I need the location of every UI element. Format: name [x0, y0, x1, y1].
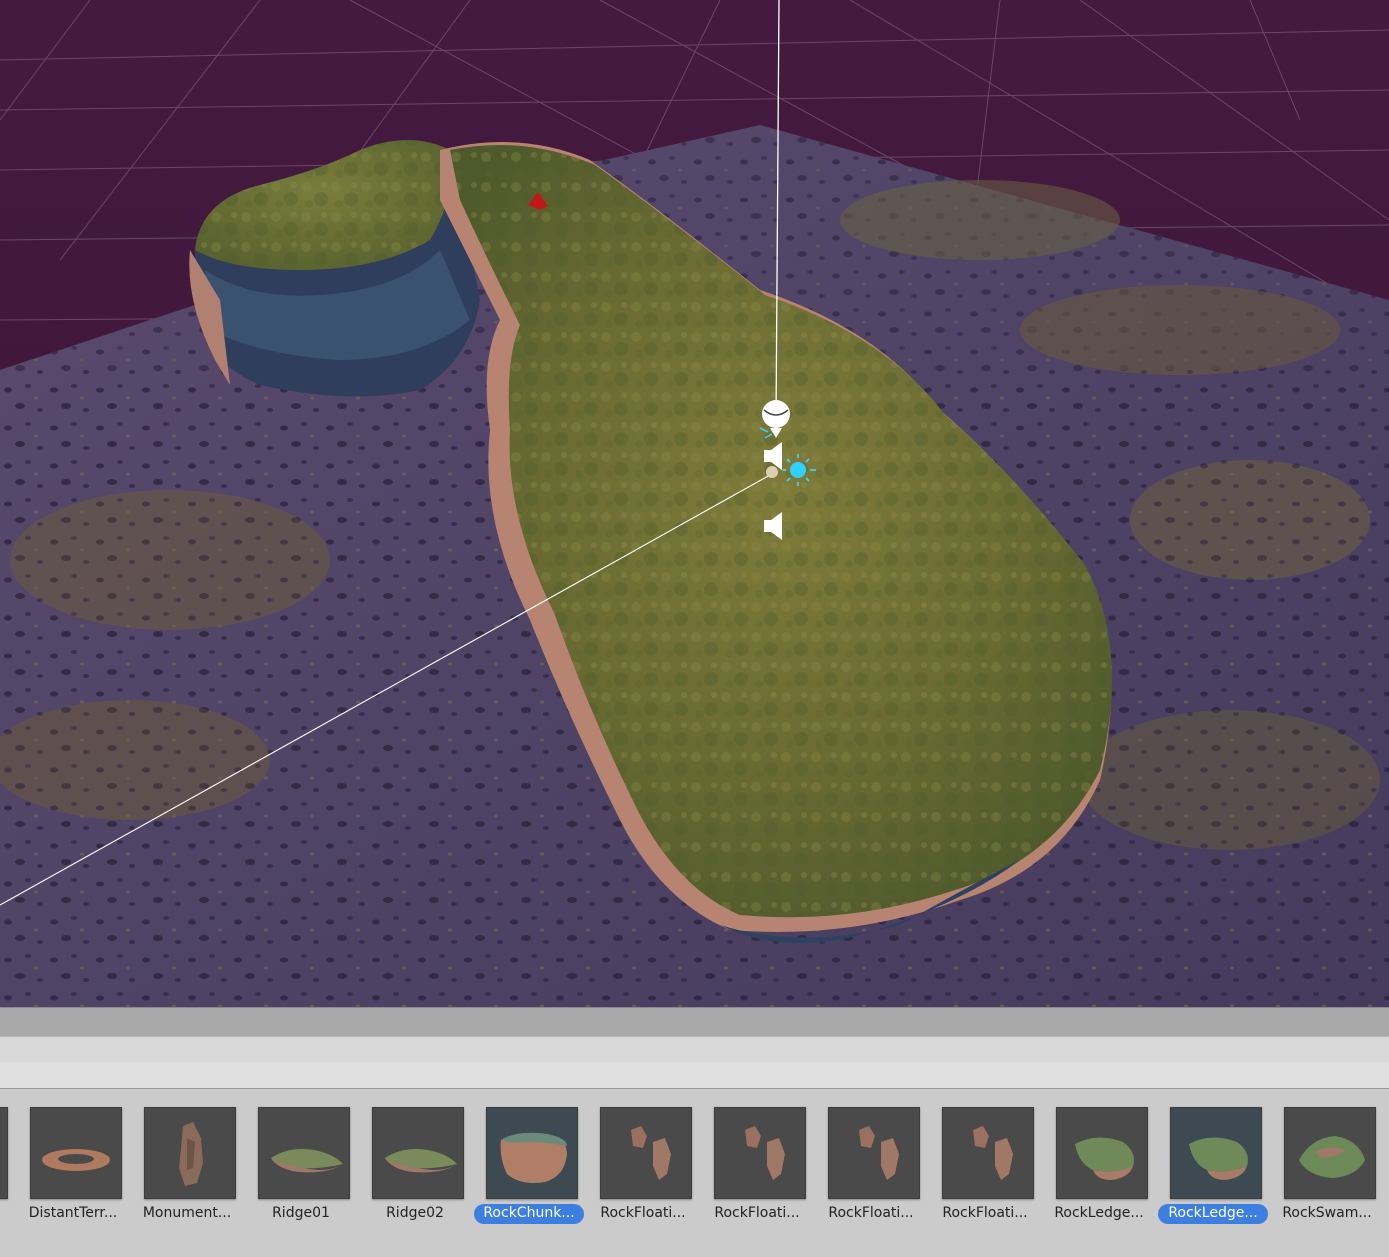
asset-label: RockFloati...: [828, 1205, 914, 1221]
asset-label: RockLedge...: [1158, 1204, 1268, 1224]
asset-label: Ridge01: [272, 1205, 330, 1221]
asset-label: Monument...: [142, 1205, 232, 1221]
ridge-thumbnail[interactable]: [372, 1107, 464, 1199]
panel-divider[interactable]: [0, 1007, 1389, 1037]
monument-rock-thumbnail[interactable]: [144, 1107, 236, 1199]
scene-render: [0, 0, 1389, 1007]
asset-item[interactable]: RockFloati...: [928, 1105, 1038, 1235]
floating-rock-thumbnail[interactable]: [714, 1107, 806, 1199]
asset-item[interactable]: Ridge01: [244, 1105, 354, 1235]
asset-label: DistantTerr...: [28, 1205, 118, 1221]
asset-item[interactable]: RockFloati...: [814, 1105, 924, 1235]
asset-item[interactable]: RockFloati...: [700, 1105, 810, 1235]
asset-label: RockLedge...: [1054, 1205, 1144, 1221]
asset-item[interactable]: Monument...: [130, 1105, 240, 1235]
asset-item[interactable]: RockLedge...: [1042, 1105, 1152, 1235]
asset-label: RockChunk...: [474, 1204, 584, 1224]
asset-label: RockSwam...: [1282, 1205, 1372, 1221]
asset-item[interactable]: [0, 1105, 12, 1235]
asset-browser: DistantTerr... Monument... Ridge01 Ridge02 R…: [0, 1089, 1389, 1257]
asset-label: RockFloati...: [714, 1205, 800, 1221]
asset-label: RockFloati...: [600, 1205, 686, 1221]
asset-label: RockFloati...: [942, 1205, 1028, 1221]
asset-label: Ridge02: [386, 1205, 444, 1221]
asset-item[interactable]: DistantTerr...: [16, 1105, 126, 1235]
scene-viewport[interactable]: [0, 0, 1389, 1007]
ring-terrain-thumbnail[interactable]: [30, 1107, 122, 1199]
rock-ledge-thumbnail[interactable]: [1170, 1107, 1262, 1199]
floating-rock-thumbnail[interactable]: [942, 1107, 1034, 1199]
panel-tab-bar: [0, 1036, 1389, 1063]
asset-item[interactable]: RockChunk...: [472, 1105, 584, 1235]
asset-item[interactable]: RockSwam...: [1270, 1105, 1380, 1235]
rock-chunk-thumbnail[interactable]: [486, 1107, 578, 1199]
rock-ledge-thumbnail[interactable]: [1056, 1107, 1148, 1199]
floating-rock-thumbnail[interactable]: [828, 1107, 920, 1199]
asset-item[interactable]: RockLedge...: [1156, 1105, 1268, 1235]
asset-item[interactable]: Ridge02: [358, 1105, 468, 1235]
panel-toolbar: [0, 1062, 1389, 1089]
rock-swamp-thumbnail[interactable]: [1284, 1107, 1376, 1199]
floating-rock-thumbnail[interactable]: [600, 1107, 692, 1199]
asset-item[interactable]: RockFloati...: [586, 1105, 696, 1235]
ridge-thumbnail[interactable]: [258, 1107, 350, 1199]
partial-thumbnail[interactable]: [0, 1107, 8, 1199]
asset-label: [0, 1204, 14, 1224]
